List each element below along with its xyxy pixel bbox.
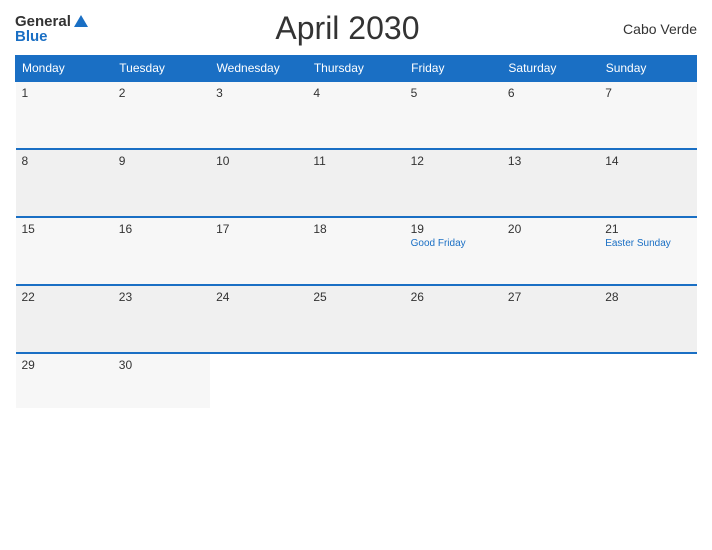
day-number: 9 bbox=[119, 154, 204, 168]
day-number: 19 bbox=[411, 222, 496, 236]
table-row: 10 bbox=[210, 149, 307, 217]
table-row: 13 bbox=[502, 149, 599, 217]
day-number: 25 bbox=[313, 290, 398, 304]
calendar-week-row: 22 23 24 25 26 27 28 bbox=[16, 285, 697, 353]
table-row bbox=[405, 353, 502, 408]
table-row: 3 bbox=[210, 81, 307, 149]
logo-triangle-icon bbox=[74, 15, 88, 27]
table-row: 21 Easter Sunday bbox=[599, 217, 696, 285]
logo-general-text: General bbox=[15, 14, 71, 29]
table-row: 16 bbox=[113, 217, 210, 285]
header-tuesday: Tuesday bbox=[113, 56, 210, 82]
calendar-page: General Blue April 2030 Cabo Verde Monda… bbox=[0, 0, 712, 550]
day-number: 23 bbox=[119, 290, 204, 304]
day-number: 14 bbox=[605, 154, 690, 168]
table-row: 26 bbox=[405, 285, 502, 353]
table-row bbox=[210, 353, 307, 408]
table-row: 4 bbox=[307, 81, 404, 149]
table-row: 12 bbox=[405, 149, 502, 217]
header-sunday: Sunday bbox=[599, 56, 696, 82]
day-number: 8 bbox=[22, 154, 107, 168]
day-number: 26 bbox=[411, 290, 496, 304]
day-number: 29 bbox=[22, 358, 107, 372]
weekday-header-row: Monday Tuesday Wednesday Thursday Friday… bbox=[16, 56, 697, 82]
calendar-week-row: 15 16 17 18 19 Good Friday 20 21 Easter Sunday bbox=[16, 217, 697, 285]
day-number: 7 bbox=[605, 86, 690, 100]
table-row: 5 bbox=[405, 81, 502, 149]
country-label: Cabo Verde bbox=[607, 21, 697, 37]
table-row: 7 bbox=[599, 81, 696, 149]
table-row: 25 bbox=[307, 285, 404, 353]
calendar-week-row: 89 10 11 12 13 14 bbox=[16, 149, 697, 217]
day-number: 18 bbox=[313, 222, 398, 236]
header-wednesday: Wednesday bbox=[210, 56, 307, 82]
table-row: 9 bbox=[113, 149, 210, 217]
table-row: 19 Good Friday bbox=[405, 217, 502, 285]
calendar-week-row: 1234567 bbox=[16, 81, 697, 149]
table-row: 28 bbox=[599, 285, 696, 353]
day-number: 28 bbox=[605, 290, 690, 304]
header: General Blue April 2030 Cabo Verde bbox=[15, 10, 697, 47]
table-row bbox=[307, 353, 404, 408]
table-row: 8 bbox=[16, 149, 113, 217]
table-row bbox=[599, 353, 696, 408]
day-number: 15 bbox=[22, 222, 107, 236]
header-monday: Monday bbox=[16, 56, 113, 82]
table-row: 1 bbox=[16, 81, 113, 149]
day-number: 10 bbox=[216, 154, 301, 168]
day-number: 13 bbox=[508, 154, 593, 168]
calendar-title: April 2030 bbox=[88, 10, 607, 47]
day-number: 27 bbox=[508, 290, 593, 304]
header-friday: Friday bbox=[405, 56, 502, 82]
holiday-label: Easter Sunday bbox=[605, 238, 690, 249]
table-row: 11 bbox=[307, 149, 404, 217]
day-number: 2 bbox=[119, 86, 204, 100]
table-row: 15 bbox=[16, 217, 113, 285]
logo-blue-text: Blue bbox=[15, 29, 48, 44]
table-row: 29 bbox=[16, 353, 113, 408]
day-number: 6 bbox=[508, 86, 593, 100]
table-row: 20 bbox=[502, 217, 599, 285]
day-number: 5 bbox=[411, 86, 496, 100]
day-number: 16 bbox=[119, 222, 204, 236]
logo: General Blue bbox=[15, 14, 88, 44]
day-number: 4 bbox=[313, 86, 398, 100]
table-row: 2 bbox=[113, 81, 210, 149]
calendar-week-row: 29 30 bbox=[16, 353, 697, 408]
day-number: 3 bbox=[216, 86, 301, 100]
day-number: 1 bbox=[22, 86, 107, 100]
table-row: 30 bbox=[113, 353, 210, 408]
day-number: 17 bbox=[216, 222, 301, 236]
day-number: 20 bbox=[508, 222, 593, 236]
day-number: 30 bbox=[119, 358, 204, 372]
table-row: 6 bbox=[502, 81, 599, 149]
day-number: 22 bbox=[22, 290, 107, 304]
table-row: 14 bbox=[599, 149, 696, 217]
table-row: 24 bbox=[210, 285, 307, 353]
header-thursday: Thursday bbox=[307, 56, 404, 82]
table-row: 23 bbox=[113, 285, 210, 353]
day-number: 11 bbox=[313, 154, 398, 168]
table-row: 18 bbox=[307, 217, 404, 285]
day-number: 21 bbox=[605, 222, 690, 236]
holiday-label: Good Friday bbox=[411, 238, 496, 249]
day-number: 24 bbox=[216, 290, 301, 304]
table-row: 17 bbox=[210, 217, 307, 285]
table-row bbox=[502, 353, 599, 408]
day-number: 12 bbox=[411, 154, 496, 168]
table-row: 27 bbox=[502, 285, 599, 353]
table-row: 22 bbox=[16, 285, 113, 353]
header-saturday: Saturday bbox=[502, 56, 599, 82]
calendar-table: Monday Tuesday Wednesday Thursday Friday… bbox=[15, 55, 697, 408]
